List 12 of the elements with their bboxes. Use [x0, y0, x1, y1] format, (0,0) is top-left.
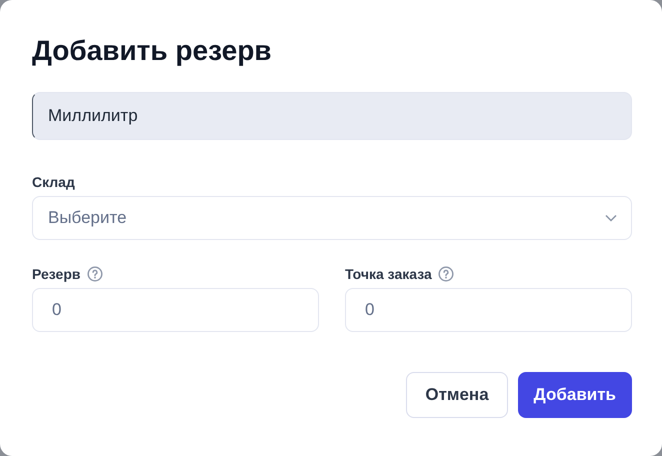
- number-input[interactable]: 0: [32, 288, 319, 332]
- cancel-button[interactable]: Отмена: [406, 372, 508, 418]
- add-button[interactable]: Добавить: [518, 372, 632, 418]
- help-icon[interactable]: [438, 266, 454, 282]
- field-label: Точка заказа: [345, 266, 432, 282]
- chevron-down-icon: [605, 214, 617, 222]
- warehouse-select[interactable]: Выберите: [32, 196, 632, 240]
- field-label: Резерв: [32, 266, 80, 282]
- help-icon[interactable]: [86, 266, 102, 282]
- number-input[interactable]: 0: [345, 288, 632, 332]
- field-label: Склад: [32, 174, 76, 190]
- dialog-title: Добавить резерв: [32, 34, 273, 68]
